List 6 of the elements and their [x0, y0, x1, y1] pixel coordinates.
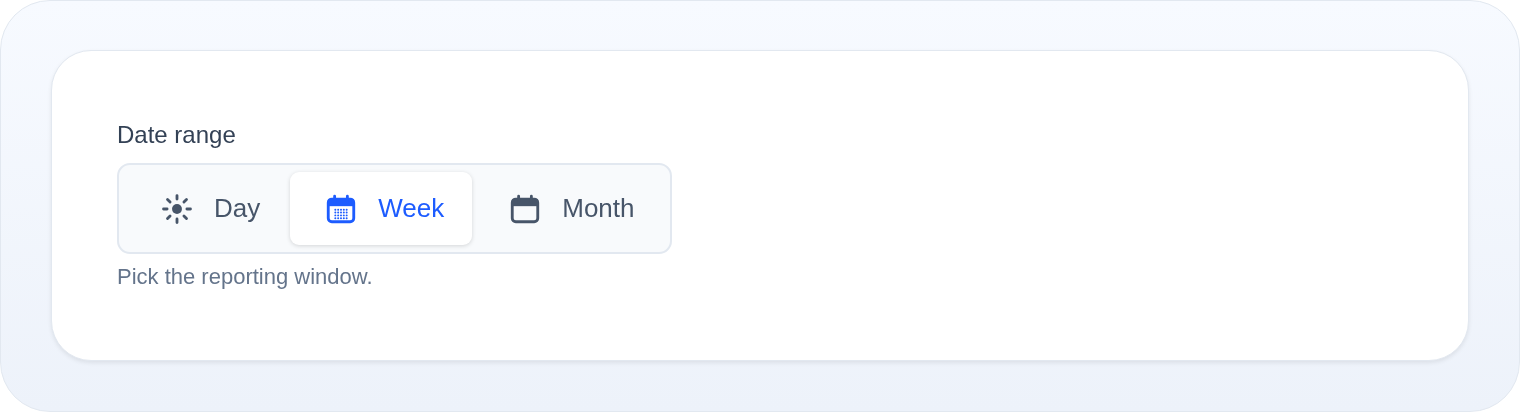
segment-tab[interactable]: Week [290, 172, 473, 245]
helper-text: Pick the reporting window. [117, 264, 374, 290]
segment-tab[interactable]: Month [474, 172, 663, 245]
sun-icon [160, 191, 194, 226]
field-label: Date range [117, 121, 237, 149]
segment-tab[interactable]: Day [126, 172, 289, 245]
